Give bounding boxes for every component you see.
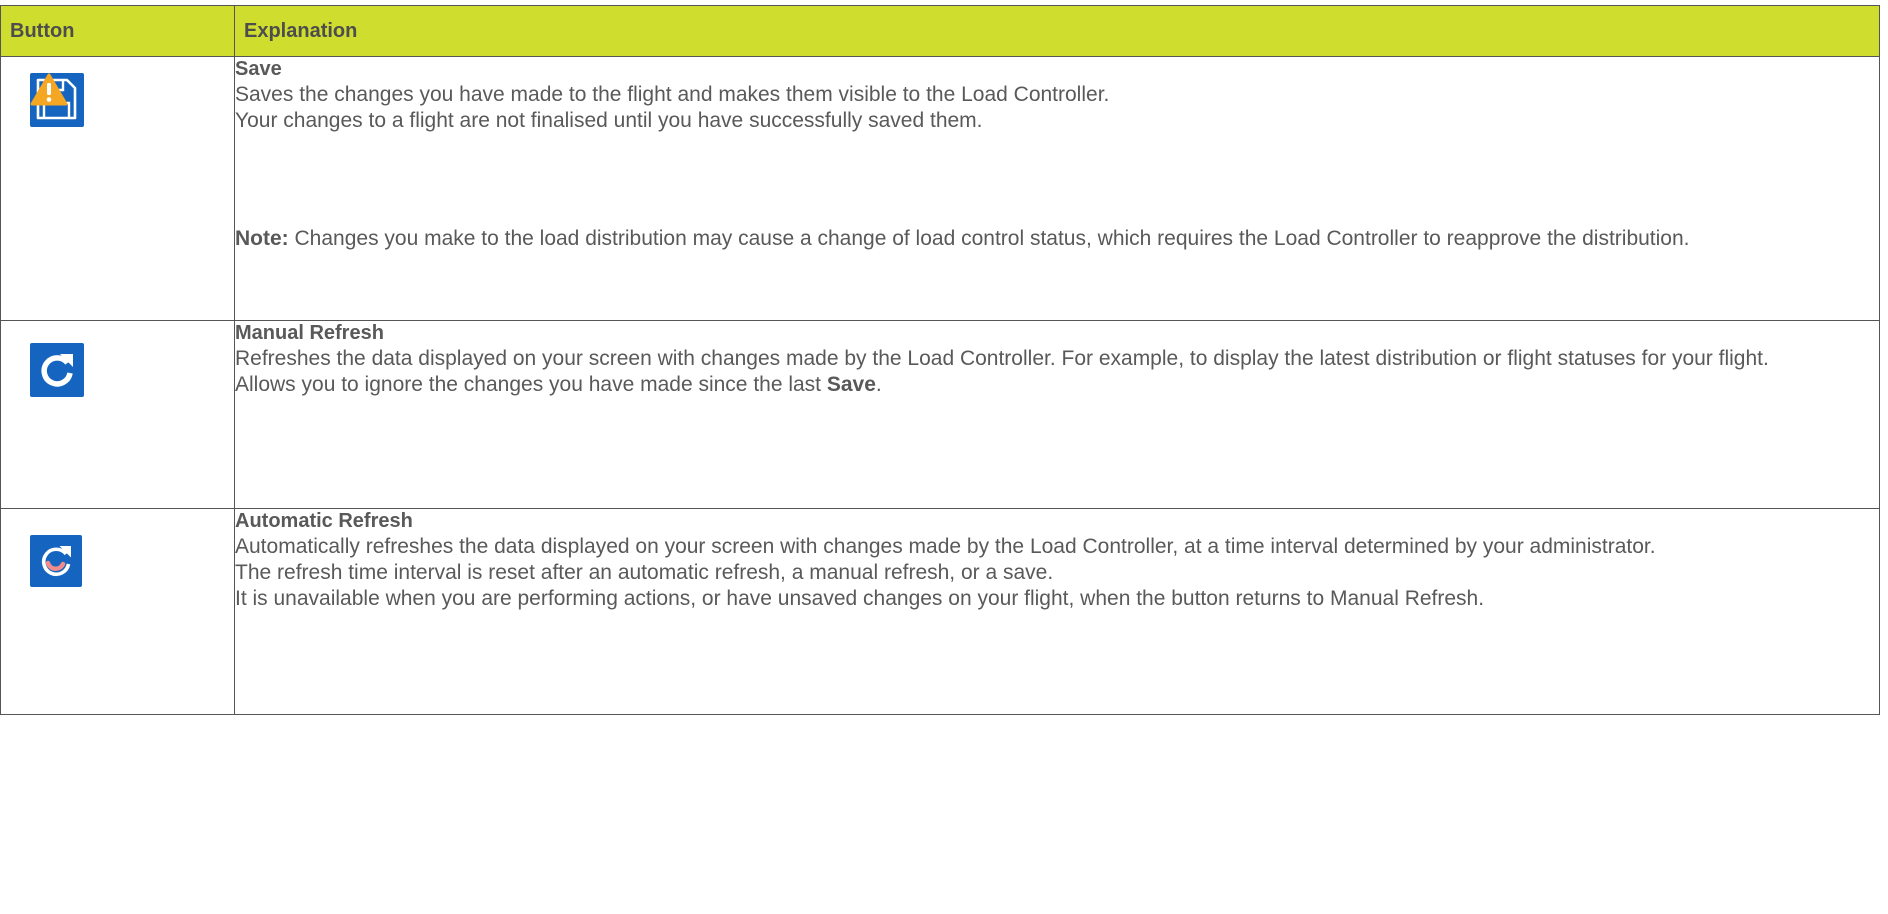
save-warning-icon [30, 73, 84, 127]
refresh-icon [30, 343, 84, 397]
icon-cell [0, 508, 235, 715]
row-text: It is unavailable when you are performin… [235, 587, 1485, 610]
save-reference: Save [826, 373, 876, 396]
explanation-cell: Manual Refresh Refreshes the data displa… [234, 320, 1880, 509]
auto-refresh-icon [30, 535, 82, 587]
row-text: Refreshes the data displayed on your scr… [235, 347, 1769, 370]
row-title: Save [235, 58, 282, 80]
note-paragraph: Note: Changes you make to the load distr… [235, 226, 1879, 252]
button-explanation-table: Button Explanation Save Saves the change… [0, 5, 1880, 715]
icon-cell [0, 56, 235, 321]
note-label: Note: [235, 227, 289, 250]
row-text: Your changes to a flight are not finalis… [235, 109, 983, 132]
explanation-cell: Automatic Refresh Automatically refreshe… [234, 508, 1880, 715]
ignore-text: Allows you to ignore the changes you hav… [235, 373, 827, 396]
table-row-manual-refresh: Manual Refresh Refreshes the data displa… [0, 320, 1880, 509]
table-row-automatic-refresh: Automatic Refresh Automatically refreshe… [0, 508, 1880, 715]
header-explanation: Explanation [234, 5, 1880, 57]
row-title: Manual Refresh [235, 322, 384, 344]
explanation-cell: Save Saves the changes you have made to … [234, 56, 1880, 321]
row-text: Automatically refreshes the data display… [235, 535, 1656, 558]
ignore-suffix: . [875, 373, 882, 396]
row-title: Automatic Refresh [235, 510, 413, 532]
table-row-save: Save Saves the changes you have made to … [0, 56, 1880, 321]
row-text: The refresh time interval is reset after… [235, 561, 1054, 584]
note-text: Changes you make to the load distributio… [288, 227, 1690, 250]
header-button: Button [0, 5, 235, 57]
row-text: Allows you to ignore the changes you hav… [235, 372, 1879, 398]
table-header-row: Button Explanation [0, 5, 1880, 57]
row-text: Saves the changes you have made to the f… [235, 83, 1110, 106]
icon-cell [0, 320, 235, 509]
